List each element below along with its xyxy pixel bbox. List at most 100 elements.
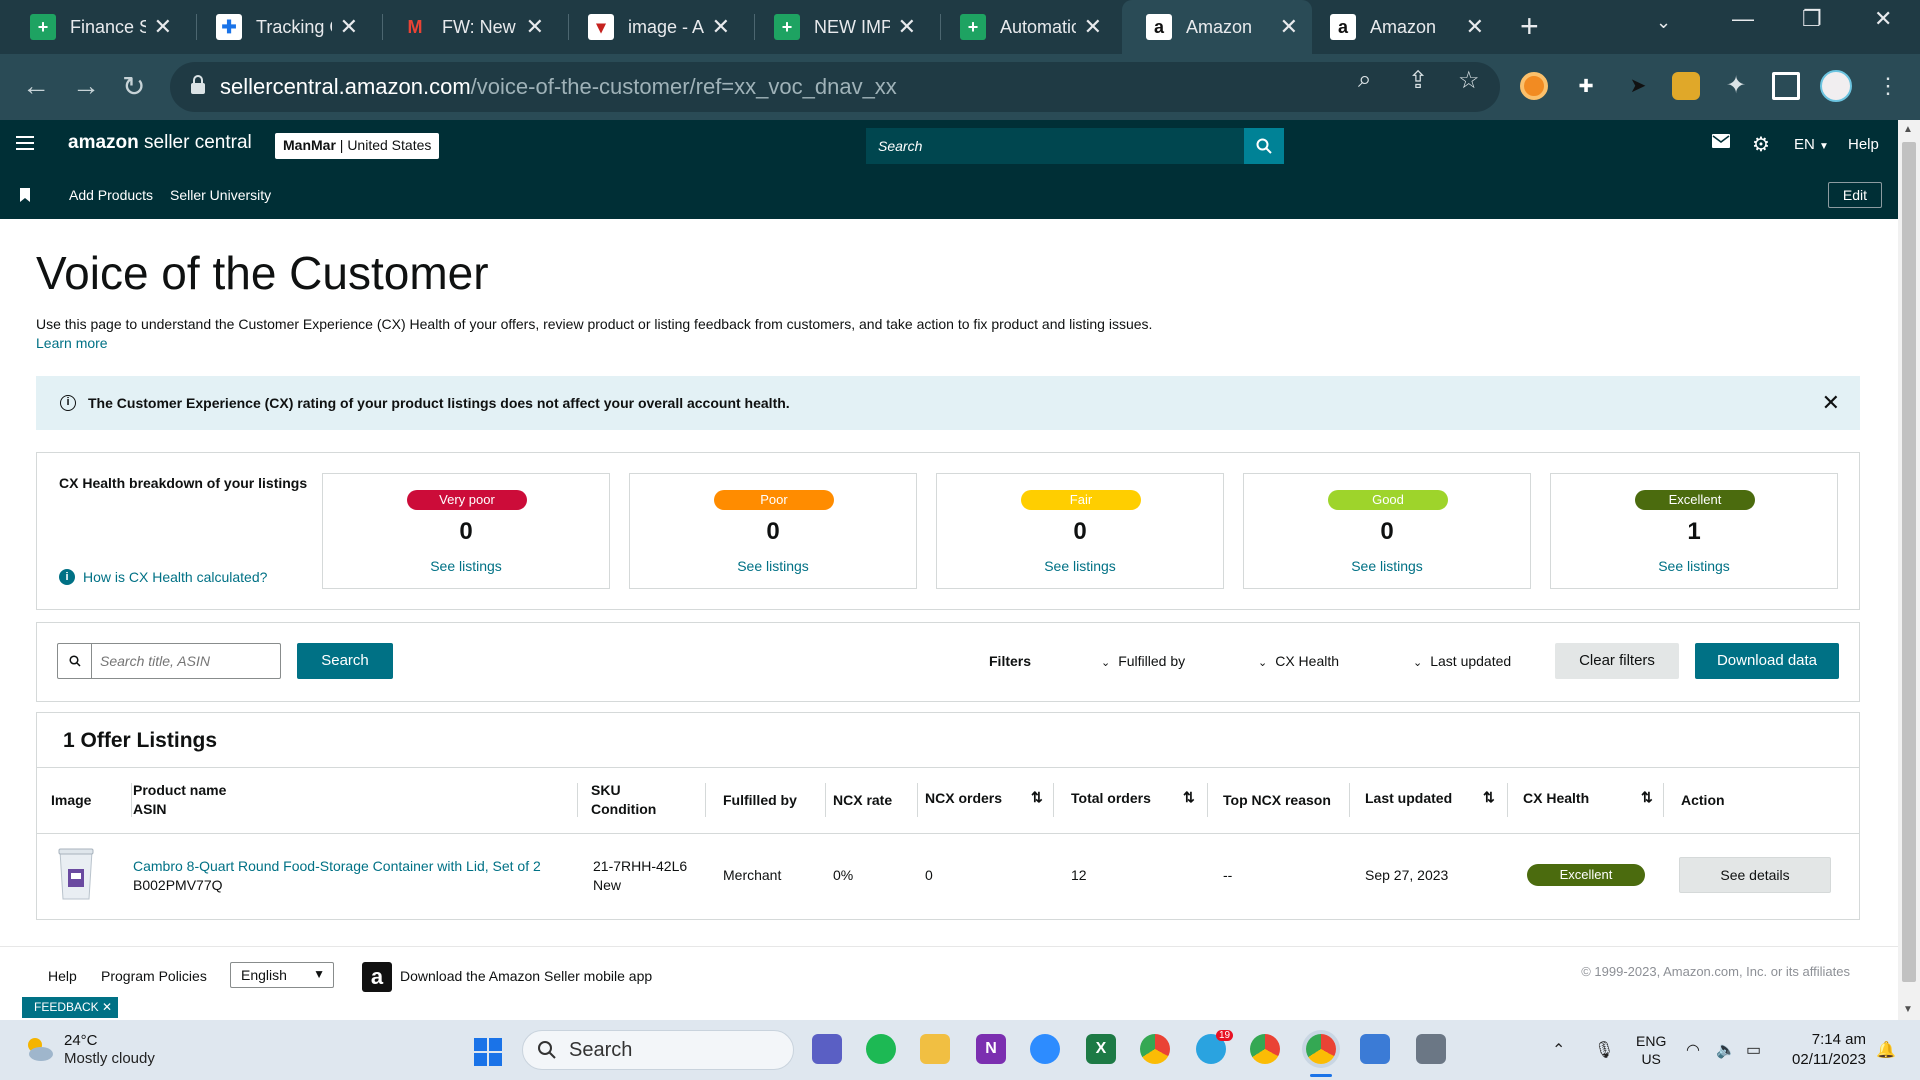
language-selector[interactable]: EN ▼ (1794, 136, 1829, 153)
chrome-active-icon[interactable] (1306, 1034, 1336, 1064)
profile-avatar[interactable] (1820, 70, 1852, 102)
settings-gear-icon[interactable]: ⚙ (1752, 132, 1770, 157)
extension-cursor-icon[interactable]: ➤ (1624, 72, 1652, 100)
extension-honey-icon[interactable] (1672, 72, 1700, 100)
scrollbar-thumb[interactable] (1902, 142, 1916, 982)
side-panel-icon[interactable] (1772, 72, 1800, 100)
teams-icon[interactable] (812, 1034, 842, 1064)
col-total-orders[interactable]: Total orders (1071, 789, 1151, 808)
browser-menu-icon[interactable]: ⋮ (1874, 72, 1902, 100)
bookmark-icon[interactable] (20, 188, 30, 202)
scroll-up-arrow[interactable]: ▲ (1903, 124, 1913, 135)
volume-icon[interactable]: 🔈 (1716, 1040, 1736, 1060)
sort-icon[interactable]: ⇅ (1641, 789, 1653, 806)
scroll-down-arrow[interactable]: ▼ (1903, 1004, 1913, 1015)
col-ncx-orders[interactable]: NCX orders (925, 789, 1002, 808)
language-indicator[interactable]: ENG US (1636, 1032, 1666, 1068)
url-field[interactable]: sellercentral.amazon.com/voice-of-the-cu… (170, 62, 1500, 112)
help-link[interactable]: Help (1848, 136, 1879, 153)
share-icon[interactable]: ⇪ (1408, 66, 1428, 95)
close-window-button[interactable]: ✕ (1874, 6, 1892, 32)
bookmark-star-icon[interactable]: ☆ (1458, 66, 1480, 95)
zoom-icon[interactable]: ⌕ (1358, 66, 1371, 94)
close-icon[interactable]: ✕ (1084, 14, 1102, 40)
close-icon[interactable]: ✕ (1280, 14, 1298, 40)
sort-icon[interactable]: ⇅ (1483, 789, 1495, 806)
minimize-button[interactable]: — (1732, 6, 1754, 32)
page-scrollbar[interactable]: ▲ ▼ (1898, 120, 1920, 1020)
calculator-icon[interactable] (1416, 1034, 1446, 1064)
col-cx-health[interactable]: CX Health (1523, 789, 1589, 808)
file-explorer-icon[interactable] (920, 1034, 950, 1064)
close-icon[interactable]: ✕ (898, 14, 916, 40)
header-search-button[interactable] (1244, 128, 1284, 164)
browser-tab-new-imp[interactable]: + NEW IMPC ✕ (744, 0, 930, 54)
wifi-icon[interactable]: ◠ (1686, 1040, 1700, 1060)
reload-button[interactable]: ↻ (122, 70, 145, 103)
close-icon[interactable]: ✕ (1822, 390, 1840, 416)
chevron-up-icon[interactable]: ⌃ (1552, 1040, 1565, 1060)
amazon-seller-central-logo[interactable]: amazon seller central (68, 132, 252, 154)
learn-more-link[interactable]: Learn more (36, 335, 108, 351)
download-data-button[interactable]: Download data (1695, 643, 1839, 679)
listing-search-input[interactable] (92, 653, 272, 669)
extension-orange-icon[interactable] (1520, 72, 1548, 100)
browser-tab-automatic[interactable]: + Automatic ✕ (930, 0, 1116, 54)
footer-help-link[interactable]: Help (48, 968, 77, 984)
filter-cx-health[interactable]: ⌄ CX Health (1258, 653, 1339, 669)
see-details-button[interactable]: See details (1679, 857, 1831, 893)
footer-language-select[interactable]: English ▼ (230, 962, 334, 988)
notification-bell-icon[interactable]: 🔔 (1876, 1040, 1896, 1060)
battery-icon[interactable]: ▭ (1746, 1040, 1761, 1060)
close-icon[interactable]: ✕ (526, 14, 544, 40)
hamburger-menu-icon[interactable] (16, 136, 34, 150)
see-listings-link[interactable]: See listings (1244, 558, 1530, 574)
notepad-icon[interactable] (1360, 1034, 1390, 1064)
cx-health-help-link[interactable]: i How is CX Health calculated? (59, 569, 267, 585)
browser-tab-finance[interactable]: + Finance Sl ✕ (0, 0, 186, 54)
edit-button[interactable]: Edit (1827, 182, 1882, 208)
spotify-icon[interactable] (866, 1034, 896, 1064)
new-tab-button[interactable]: + (1520, 8, 1539, 45)
close-icon[interactable]: ✕ (154, 14, 172, 40)
chrome-profile-icon[interactable] (1250, 1034, 1280, 1064)
see-listings-link[interactable]: See listings (323, 558, 609, 574)
product-name-link[interactable]: Cambro 8-Quart Round Food-Storage Contai… (133, 857, 541, 876)
search-button[interactable]: Search (297, 643, 393, 679)
listing-search-field[interactable] (57, 643, 281, 679)
microphone-icon[interactable]: 🎙 (1594, 1040, 1614, 1060)
filter-last-updated[interactable]: ⌄ Last updated (1413, 653, 1511, 669)
onenote-icon[interactable]: N (976, 1034, 1006, 1064)
browser-tab-amazon-active[interactable]: a Amazon ✕ (1122, 0, 1312, 54)
restore-button[interactable]: ❐ (1802, 6, 1822, 32)
feedback-button[interactable]: FEEDBACK ✕ (22, 997, 118, 1018)
windows-start-button[interactable] (474, 1038, 502, 1066)
see-listings-link[interactable]: See listings (1551, 558, 1837, 574)
subnav-seller-university[interactable]: Seller University (170, 187, 271, 203)
footer-program-policies-link[interactable]: Program Policies (101, 968, 207, 984)
browser-tab-amazon[interactable]: a Amazon ✕ (1312, 0, 1498, 54)
clear-filters-button[interactable]: Clear filters (1555, 643, 1679, 679)
close-icon[interactable]: ✕ (1466, 14, 1484, 40)
subnav-add-products[interactable]: Add Products (69, 187, 153, 203)
store-selector[interactable]: ManMar | United States (275, 133, 440, 159)
tab-search-icon[interactable]: ⌄ (1656, 12, 1671, 33)
mail-icon[interactable] (1712, 134, 1730, 152)
filter-fulfilled-by[interactable]: ⌄ Fulfilled by (1101, 653, 1185, 669)
see-listings-link[interactable]: See listings (937, 558, 1223, 574)
browser-tab-gmail[interactable]: M FW: New U ✕ (372, 0, 558, 54)
taskbar-clock[interactable]: 7:14 am 02/11/2023 (1792, 1030, 1866, 1070)
close-icon[interactable]: ✕ (340, 14, 358, 40)
sort-icon[interactable]: ⇅ (1031, 789, 1043, 806)
extensions-puzzle-icon[interactable]: ✦ (1722, 72, 1750, 100)
zoom-icon[interactable] (1030, 1034, 1060, 1064)
sort-icon[interactable]: ⇅ (1183, 789, 1195, 806)
browser-tab-tracking[interactable]: ✚ Tracking C ✕ (186, 0, 372, 54)
header-search-input[interactable]: Search (866, 128, 1244, 164)
forward-button[interactable]: → (72, 70, 100, 102)
col-last-updated[interactable]: Last updated (1365, 789, 1452, 808)
chrome-icon[interactable] (1140, 1034, 1170, 1064)
extension-cross-icon[interactable]: ✚ (1572, 72, 1600, 100)
taskbar-search[interactable]: Search (522, 1030, 794, 1070)
close-icon[interactable]: ✕ (712, 14, 730, 40)
